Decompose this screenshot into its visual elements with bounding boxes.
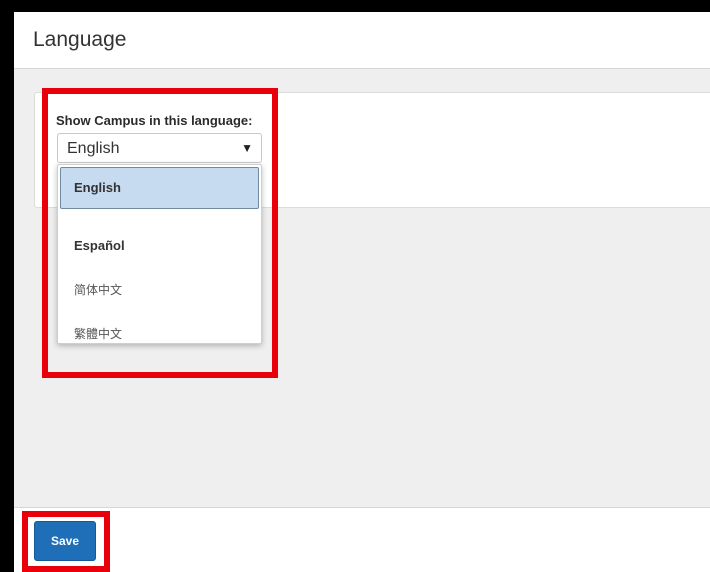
language-option-english[interactable]: English (60, 167, 259, 209)
language-select[interactable]: English ▼ (57, 133, 262, 163)
page-header: Language (14, 12, 710, 69)
save-button[interactable]: Save (34, 521, 96, 561)
triangle-down-icon: ▼ (241, 141, 253, 155)
page-footer (14, 507, 710, 572)
language-option-espanol[interactable]: Español (58, 225, 261, 267)
language-settings-window: Language Show Campus in this language: E… (14, 12, 710, 572)
language-option-simplified-chinese[interactable]: 简体中文 (58, 269, 261, 311)
page-title: Language (33, 28, 127, 51)
language-option-traditional-chinese[interactable]: 繁體中文 (58, 313, 261, 355)
language-field-label: Show Campus in this language: (56, 113, 253, 128)
language-dropdown-menu: English Español 简体中文 繁體中文 (57, 164, 262, 344)
language-select-value: English (67, 140, 120, 157)
